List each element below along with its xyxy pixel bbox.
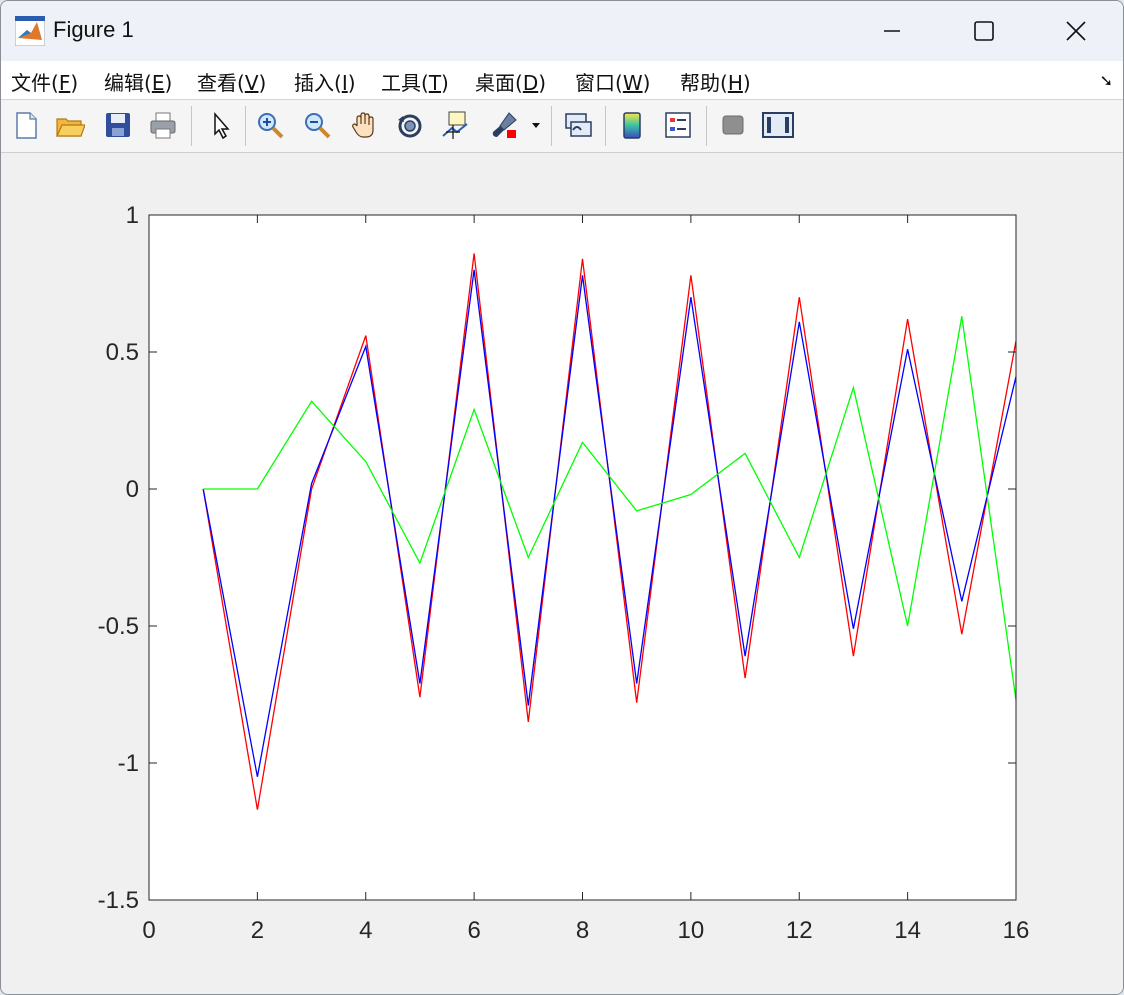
menu-file[interactable]: 文件(F): [11, 67, 78, 96]
y-tick-label: 0.5: [106, 339, 139, 366]
figure-window: Figure 1 文件(F) 编辑(E) 查看(V) 插入(I) 工具(T) 桌…: [0, 0, 1124, 995]
title-bar[interactable]: Figure 1: [1, 1, 1123, 61]
minimize-icon: [884, 30, 900, 32]
y-tick-label: -1: [118, 750, 139, 777]
y-tick-label: 1: [126, 202, 139, 229]
minimize-button[interactable]: [846, 1, 938, 61]
menu-bar: 文件(F) 编辑(E) 查看(V) 插入(I) 工具(T) 桌面(D) 窗口(W…: [1, 61, 1123, 100]
pointer-icon[interactable]: [203, 108, 237, 142]
menu-edit[interactable]: 编辑(E): [104, 67, 172, 96]
x-tick-label: 10: [678, 917, 705, 944]
axes[interactable]: 0 2 4 6 8 10 12 14 16 1 0.5 0 -0.5 -1 -1.5: [1, 153, 1123, 994]
menu-desktop[interactable]: 桌面(D): [475, 67, 546, 96]
data-cursor-icon[interactable]: [438, 108, 472, 142]
close-icon: [1066, 21, 1086, 41]
x-tick-label: 8: [576, 917, 589, 944]
axes-background: [149, 215, 1016, 900]
dock-arrow-icon[interactable]: ➘: [1100, 71, 1113, 90]
toolbar-separator: [706, 106, 707, 146]
matlab-logo-icon: [14, 15, 46, 47]
show-plot-tools-icon[interactable]: [761, 108, 795, 142]
toolbar-separator: [191, 106, 192, 146]
save-icon[interactable]: [101, 108, 135, 142]
x-tick-label: 14: [894, 917, 921, 944]
menu-insert[interactable]: 插入(I): [294, 67, 356, 96]
figure-toolbar: [1, 100, 1123, 153]
window-title: Figure 1: [53, 17, 134, 42]
figure-canvas[interactable]: 0 2 4 6 8 10 12 14 16 1 0.5 0 -0.5 -1 -1.5: [1, 153, 1123, 994]
print-icon[interactable]: [146, 108, 180, 142]
toolbar-separator: [551, 106, 552, 146]
legend-icon[interactable]: [661, 108, 695, 142]
x-tick-label: 0: [142, 917, 155, 944]
maximize-icon: [974, 21, 994, 41]
hide-plot-tools-icon[interactable]: [716, 108, 750, 142]
x-tick-label: 12: [786, 917, 813, 944]
menu-window[interactable]: 窗口(W): [575, 67, 650, 96]
zoom-in-icon[interactable]: [253, 108, 287, 142]
toolbar-separator: [605, 106, 606, 146]
x-tick-label: 6: [467, 917, 480, 944]
toolbar-separator: [245, 106, 246, 146]
x-tick-label: 4: [359, 917, 372, 944]
y-tick-label: -0.5: [98, 613, 139, 640]
rotate-3d-icon[interactable]: [393, 108, 427, 142]
menu-tools[interactable]: 工具(T): [381, 67, 449, 96]
link-plot-icon[interactable]: [561, 108, 595, 142]
maximize-button[interactable]: [938, 1, 1030, 61]
brush-dropdown-chevron-icon[interactable]: [526, 108, 546, 142]
colorbar-icon[interactable]: [615, 108, 649, 142]
x-tick-label: 2: [251, 917, 264, 944]
zoom-out-icon[interactable]: [300, 108, 334, 142]
close-button[interactable]: [1030, 1, 1122, 61]
open-file-icon[interactable]: [53, 108, 87, 142]
new-figure-icon[interactable]: [9, 108, 43, 142]
y-tick-label: -1.5: [98, 887, 139, 914]
pan-hand-icon[interactable]: [347, 108, 381, 142]
y-tick-label: 0: [126, 476, 139, 503]
menu-view[interactable]: 查看(V): [197, 67, 266, 96]
menu-help[interactable]: 帮助(H): [680, 67, 751, 96]
brush-icon[interactable]: [487, 108, 521, 142]
x-tick-label: 16: [1003, 917, 1030, 944]
